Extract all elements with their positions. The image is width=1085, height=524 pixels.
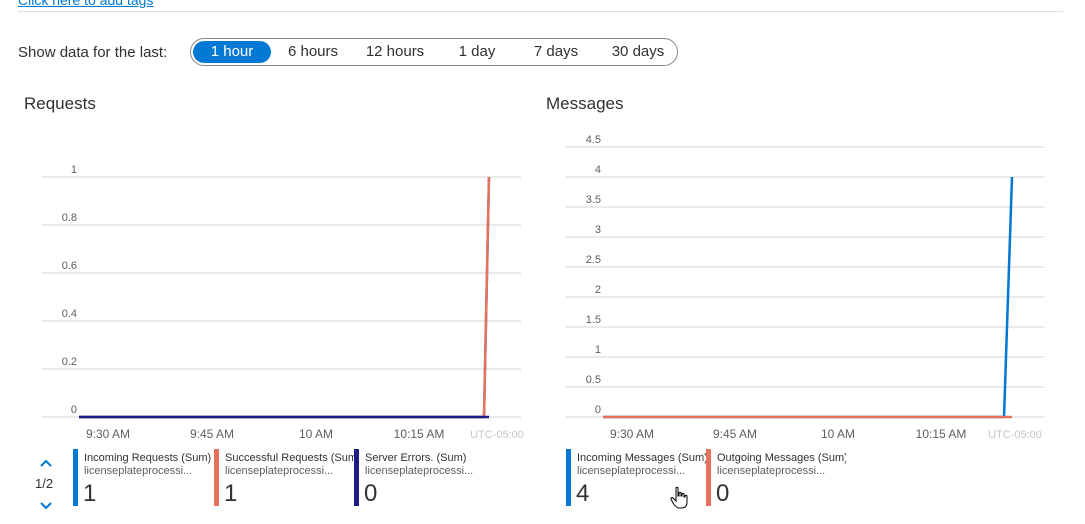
- legend-color-swatch: [214, 449, 219, 506]
- legend-series-name: Outgoing Messages (Sum): [717, 452, 846, 464]
- legend-item-outgoing-messages[interactable]: Outgoing Messages (Sum) licenseplateproc…: [706, 449, 846, 507]
- y-tick-label: 0: [71, 404, 77, 416]
- legend-series-name: Server Errors. (Sum): [365, 452, 467, 464]
- legend-series-name: Incoming Messages (Sum): [577, 452, 706, 464]
- y-tick-label: 0: [595, 404, 601, 416]
- legend-resource-name: licenseplateprocessi...: [225, 465, 334, 477]
- legend-item-successful-requests[interactable]: Successful Requests (Sum) licenseplatepr…: [214, 449, 354, 507]
- x-tick-label: 9:30 AM: [86, 427, 130, 441]
- y-tick-label: 4: [595, 164, 601, 176]
- x-tick-label: 10:15 AM: [394, 427, 445, 441]
- requests-timezone-label: UTC-05:00: [470, 429, 524, 441]
- charts-svg: 1 0.8 0.6 0.4 0.2 0 9:30 AM 9:45 AM 10 AM 10:15 A…: [42, 134, 1044, 441]
- legend-color-swatch: [566, 449, 571, 506]
- requests-series-line: [79, 176, 491, 419]
- legend-color-swatch: [706, 449, 711, 506]
- y-tick-label: 4.5: [586, 134, 601, 146]
- y-tick-label: 0.4: [62, 308, 77, 320]
- legend-resource-name: licenseplateprocessi...: [365, 465, 474, 477]
- legend-value: 4: [576, 480, 590, 507]
- legend-value: 0: [716, 480, 730, 507]
- legend-page-indicator: 1/2: [35, 476, 54, 491]
- legend-color-swatch: [73, 449, 78, 506]
- chevron-up-icon: [40, 459, 52, 467]
- y-tick-label: 1.5: [586, 314, 601, 326]
- y-tick-label: 0.6: [62, 260, 77, 272]
- y-tick-label: 0.5: [586, 374, 601, 386]
- x-tick-label: 10 AM: [821, 427, 855, 441]
- legend-series-name: Incoming Requests (Sum): [84, 452, 212, 464]
- x-tick-label: 10:15 AM: [916, 427, 967, 441]
- messages-timezone-label: UTC-05:00: [988, 429, 1042, 441]
- x-tick-label: 9:45 AM: [190, 427, 234, 441]
- y-tick-label: 2: [595, 284, 601, 296]
- x-tick-label: 9:30 AM: [610, 427, 654, 441]
- y-tick-label: 1: [595, 344, 601, 356]
- legend-value: 0: [364, 480, 378, 507]
- x-tick-label: 10 AM: [299, 427, 333, 441]
- legend-item-server-errors[interactable]: Server Errors. (Sum) licenseplateprocess…: [354, 449, 494, 507]
- legend-value: 1: [83, 480, 97, 507]
- y-tick-label: 0.8: [62, 212, 77, 224]
- legend-item-incoming-requests[interactable]: Incoming Requests (Sum) licenseplateproc…: [73, 449, 213, 507]
- requests-series-line: [79, 176, 491, 419]
- y-tick-label: 3.5: [586, 194, 601, 206]
- legend-resource-name: licenseplateprocessi...: [577, 465, 686, 477]
- y-tick-label: 1: [71, 164, 77, 176]
- legend-resource-name: licenseplateprocessi...: [717, 465, 826, 477]
- y-tick-label: 2.5: [586, 254, 601, 266]
- y-tick-label: 0.2: [62, 356, 77, 368]
- legend-color-swatch: [354, 449, 359, 506]
- y-tick-label: 3: [595, 224, 601, 236]
- legend-value: 1: [224, 480, 238, 507]
- messages-chart-title: Messages: [546, 94, 624, 113]
- hand-cursor-icon: [670, 486, 688, 509]
- legend-next-button[interactable]: [38, 498, 54, 514]
- legend-resource-name: licenseplateprocessi...: [84, 465, 193, 477]
- x-tick-label: 9:45 AM: [713, 427, 757, 441]
- legend-series-name: Successful Requests (Sum): [225, 452, 354, 464]
- legend-previous-button[interactable]: [38, 455, 54, 471]
- chevron-down-icon: [40, 502, 52, 510]
